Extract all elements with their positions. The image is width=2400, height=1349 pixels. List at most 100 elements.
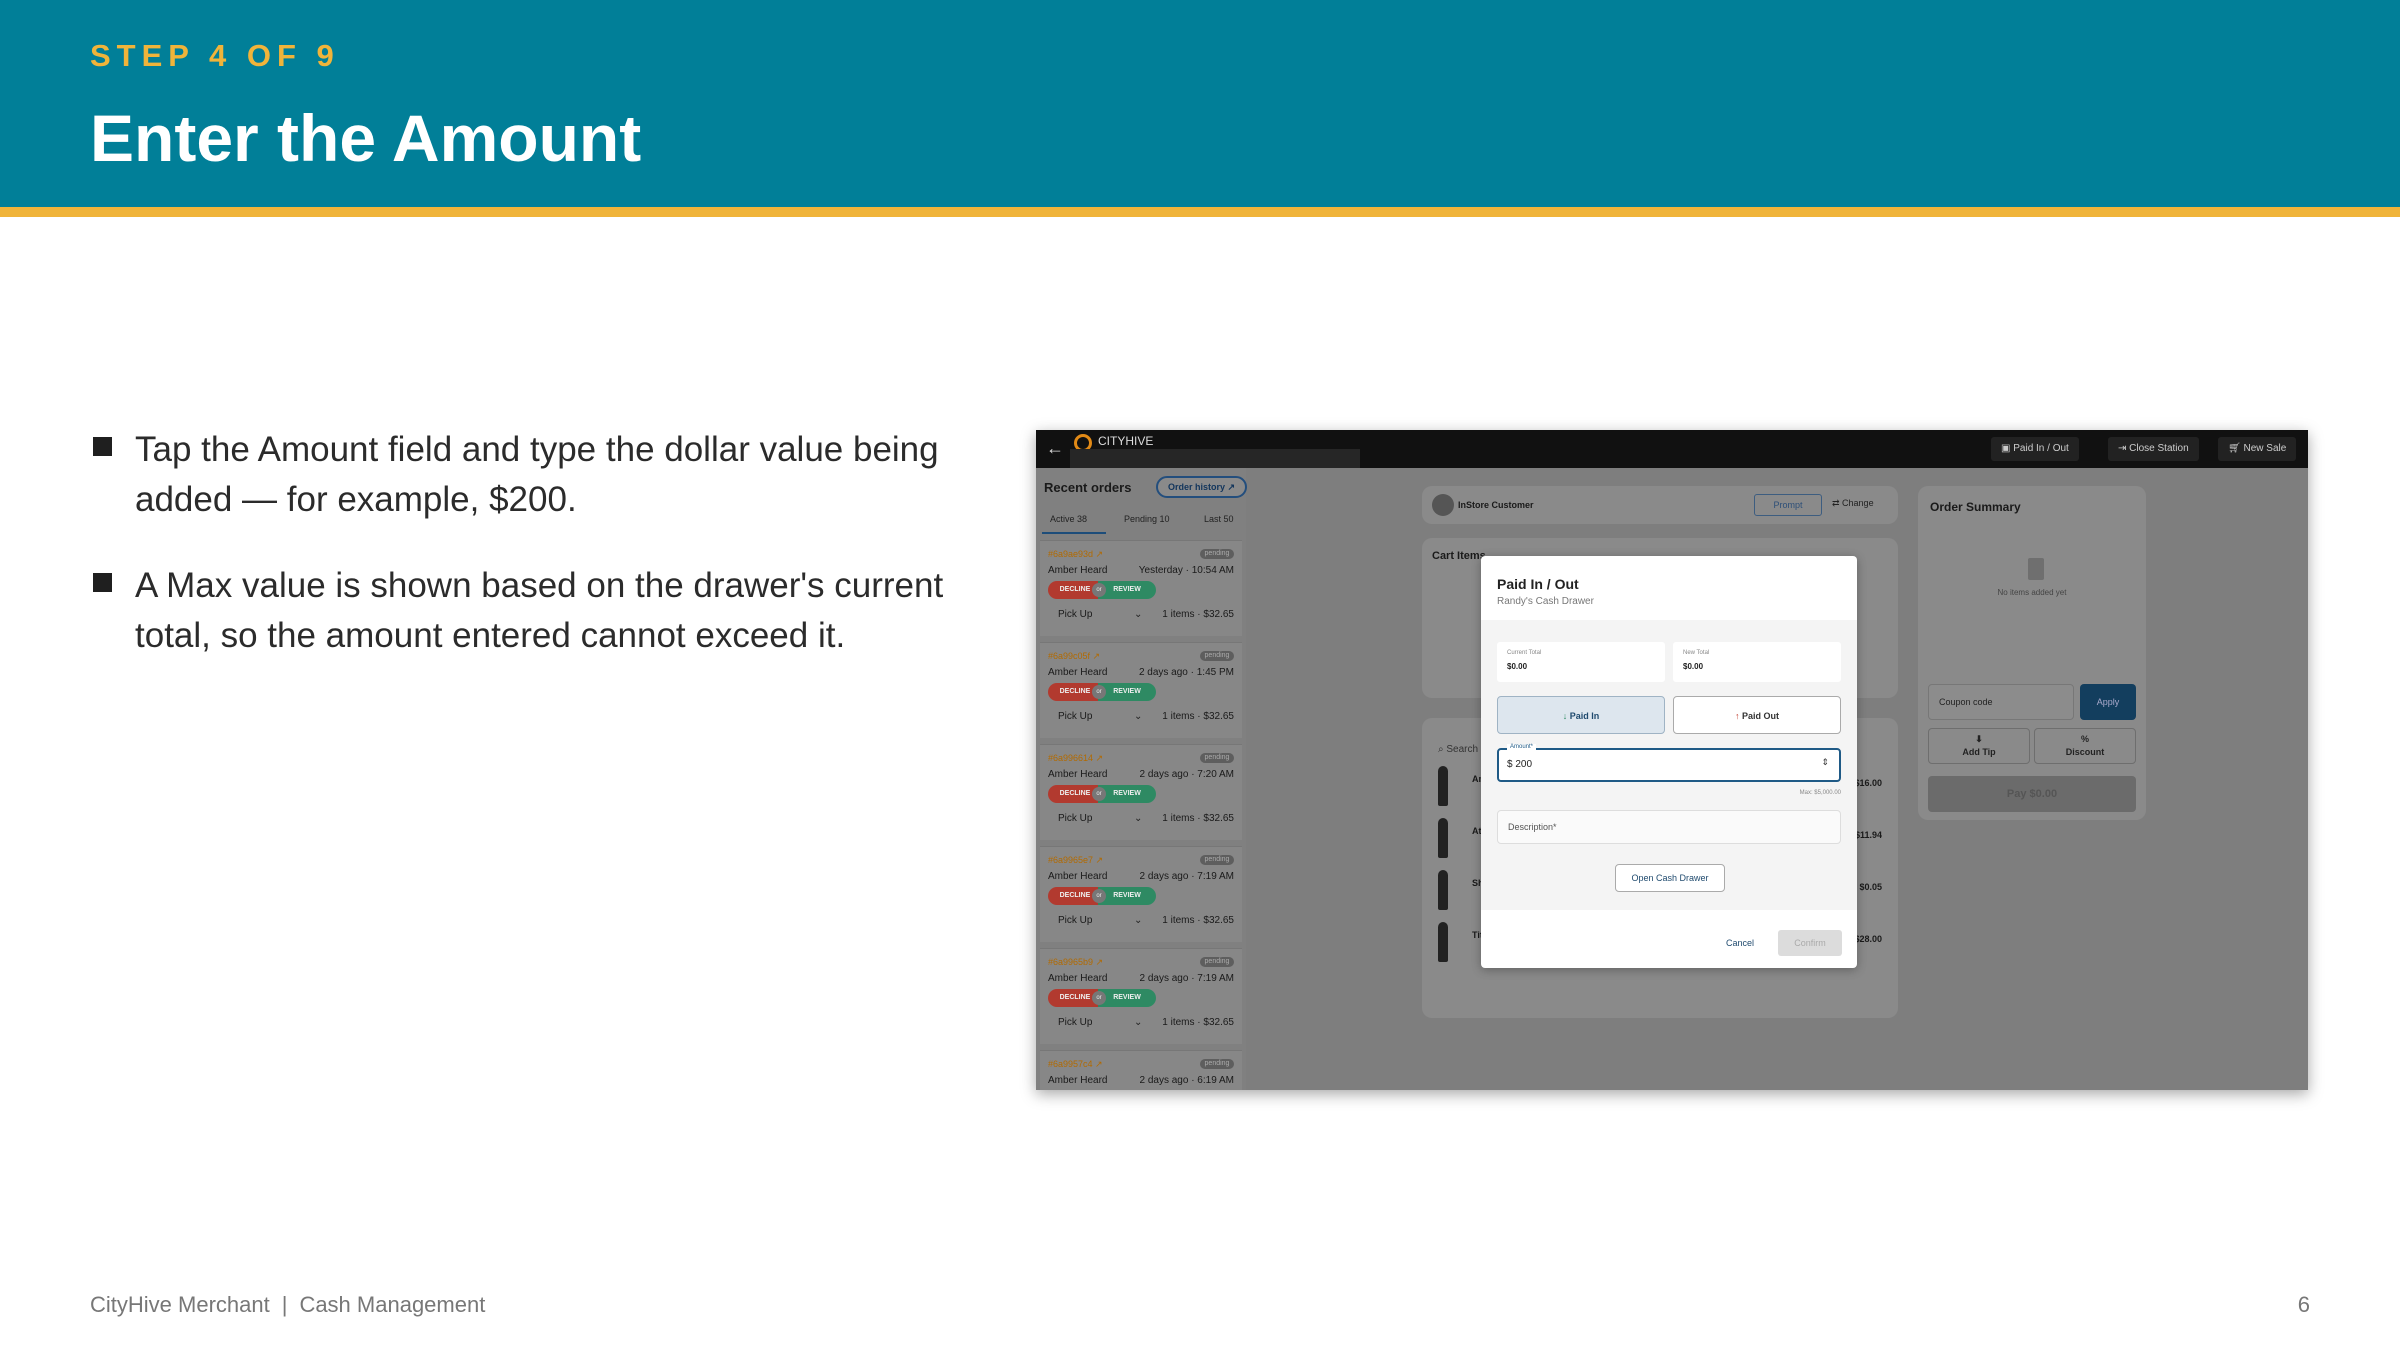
amount-value: $ 200 [1507, 759, 1533, 770]
cart-search-input[interactable]: ⌕ Search [1438, 744, 1478, 755]
order-card[interactable]: #6a9965b9 ↗ pending Amber Heard 2 days ago … [1040, 948, 1242, 1044]
chevron-down-icon[interactable]: ⌄ [1134, 1017, 1142, 1028]
or-badge: or [1092, 583, 1106, 597]
tab-last-50[interactable]: Last 50 [1204, 514, 1234, 524]
review-button[interactable]: REVIEW [1098, 683, 1156, 701]
new-sale-button[interactable]: 🛒︎ New Sale [2218, 437, 2297, 461]
order-id[interactable]: #6a996614 ↗ [1048, 753, 1103, 764]
review-button[interactable]: REVIEW [1098, 581, 1156, 599]
close-station-button[interactable]: ⇥ Close Station [2108, 437, 2199, 461]
order-card[interactable]: #6a9965e7 ↗ pending Amber Heard 2 days ago … [1040, 846, 1242, 942]
customer-name: Amber Heard [1048, 565, 1108, 576]
status-badge: pending [1200, 753, 1234, 763]
paid-in-out-button[interactable]: ▣ Paid In / Out [1991, 437, 2079, 461]
bullet-text: Tap the Amount field and type the dollar… [135, 430, 939, 519]
confirm-button[interactable]: Confirm [1778, 930, 1842, 956]
change-customer-button[interactable]: ⇄ Change [1832, 498, 1874, 509]
item-price: $11.94 [1854, 830, 1882, 840]
status-badge: pending [1200, 549, 1234, 559]
customer-name: Amber Heard [1048, 973, 1108, 984]
customer-card: InStore Customer Prompt ⇄ Change [1422, 486, 1898, 524]
pickup-label: Pick Up [1058, 813, 1093, 824]
or-badge: or [1092, 685, 1106, 699]
item-price: $16.00 [1854, 778, 1882, 788]
square-bullet-icon [93, 573, 112, 592]
footer-product: CityHive Merchant [90, 1292, 270, 1317]
chevron-down-icon[interactable]: ⌄ [1134, 711, 1142, 722]
order-id[interactable]: #6a9965e7 ↗ [1048, 855, 1103, 866]
amount-input[interactable]: Amount* $ 200 ⇕ [1497, 744, 1841, 782]
slide-title: Enter the Amount [90, 101, 642, 175]
header-bar: STEP 4 OF 9 Enter the Amount [0, 0, 2400, 207]
recent-orders-title: Recent orders [1044, 480, 1132, 495]
status-badge: pending [1200, 651, 1234, 661]
or-badge: or [1092, 991, 1106, 1005]
action-pills: DECLINE REVIEW or [1048, 683, 1156, 701]
order-total: 1 items · $32.65 [1162, 711, 1234, 722]
product-image [1438, 922, 1448, 962]
footer-separator: | [281, 1292, 288, 1317]
order-card[interactable]: #6a99c05f ↗ pending Amber Heard 2 days ago … [1040, 642, 1242, 738]
recent-orders-panel: Recent orders Order history ↗ Active 38 … [1036, 468, 1248, 1090]
amount-label: Amount* [1507, 744, 1537, 750]
order-card[interactable]: #6a9ae93d ↗ pending Amber Heard Yesterday ·… [1040, 540, 1242, 636]
order-history-button[interactable]: Order history ↗ [1156, 476, 1248, 498]
or-badge: or [1092, 889, 1106, 903]
order-total: 1 items · $32.65 [1162, 813, 1234, 824]
pay-button[interactable]: Pay $0.00 [1928, 776, 2136, 812]
bullet-list: Tap the Amount field and type the dollar… [90, 425, 990, 697]
back-arrow-icon[interactable]: ← [1046, 438, 1064, 459]
chevron-down-icon[interactable]: ⌄ [1134, 609, 1142, 620]
customer-name: Amber Heard [1048, 769, 1108, 780]
new-total-value: $0.00 [1683, 662, 1704, 671]
prompt-button[interactable]: Prompt [1754, 494, 1822, 516]
order-id[interactable]: #6a9957c4 ↗ [1048, 1059, 1103, 1070]
item-price: $28.00 [1854, 934, 1882, 944]
order-card[interactable]: #6a9957c4 ↗ pending Amber Heard 2 days ago … [1040, 1050, 1242, 1090]
page-number: 6 [2297, 1292, 2310, 1317]
cancel-button[interactable]: Cancel [1726, 938, 1754, 948]
discount-button[interactable]: % Discount [2034, 728, 2136, 764]
coupon-code-input[interactable]: Coupon code [1928, 684, 2074, 720]
order-id[interactable]: #6a9965b9 ↗ [1048, 957, 1103, 968]
order-time: 2 days ago · 7:19 AM [1139, 973, 1234, 984]
order-id[interactable]: #6a9ae93d ↗ [1048, 549, 1103, 560]
paid-in-toggle[interactable]: ↓ Paid In [1497, 696, 1665, 734]
bullet-text: A Max value is shown based on the drawer… [135, 566, 944, 655]
order-total: 1 items · $32.65 [1162, 915, 1234, 926]
customer-name: Amber Heard [1048, 667, 1108, 678]
pickup-label: Pick Up [1058, 711, 1093, 722]
dialog-subtitle: Randy's Cash Drawer [1497, 596, 1594, 607]
tab-active[interactable]: Active 38 [1050, 514, 1087, 524]
description-input[interactable]: Description* [1497, 810, 1841, 844]
open-cash-drawer-button[interactable]: Open Cash Drawer [1615, 864, 1725, 892]
bullet-item: Tap the Amount field and type the dollar… [90, 425, 990, 525]
empty-summary-text: No items added yet [1997, 588, 2067, 597]
dialog-title: Paid In / Out [1497, 576, 1579, 592]
product-image [1438, 818, 1448, 858]
orders-tabs: Active 38 Pending 10 Last 50 [1036, 510, 1246, 534]
tip-icon: ⬇ [1975, 734, 1983, 744]
review-button[interactable]: REVIEW [1098, 785, 1156, 803]
paid-out-toggle[interactable]: ↑ Paid Out [1673, 696, 1841, 734]
new-total-label: New Total [1683, 650, 1710, 656]
order-card[interactable]: #6a996614 ↗ pending Amber Heard 2 days ago … [1040, 744, 1242, 840]
arrow-up-icon: ↑ [1734, 711, 1742, 721]
apply-coupon-button[interactable]: Apply [2080, 684, 2136, 720]
order-time: 2 days ago · 1:45 PM [1138, 667, 1234, 678]
tab-pending[interactable]: Pending 10 [1124, 514, 1170, 524]
stepper-icon[interactable]: ⇕ [1821, 757, 1829, 768]
status-badge: pending [1200, 1059, 1234, 1069]
order-id[interactable]: #6a99c05f ↗ [1048, 651, 1100, 662]
order-time: 2 days ago · 7:19 AM [1139, 871, 1234, 882]
action-pills: DECLINE REVIEW or [1048, 989, 1156, 1007]
order-total: 1 items · $32.65 [1162, 609, 1234, 620]
redacted-bar [1070, 449, 1360, 468]
add-tip-button[interactable]: ⬇ Add Tip [1928, 728, 2030, 764]
app-topbar: ← CITYHIVE ▣ Paid In / Out ⇥ Close Stati… [1036, 430, 2308, 468]
review-button[interactable]: REVIEW [1098, 989, 1156, 1007]
chevron-down-icon[interactable]: ⌄ [1134, 813, 1142, 824]
active-tab-indicator [1042, 532, 1106, 534]
chevron-down-icon[interactable]: ⌄ [1134, 915, 1142, 926]
review-button[interactable]: REVIEW [1098, 887, 1156, 905]
